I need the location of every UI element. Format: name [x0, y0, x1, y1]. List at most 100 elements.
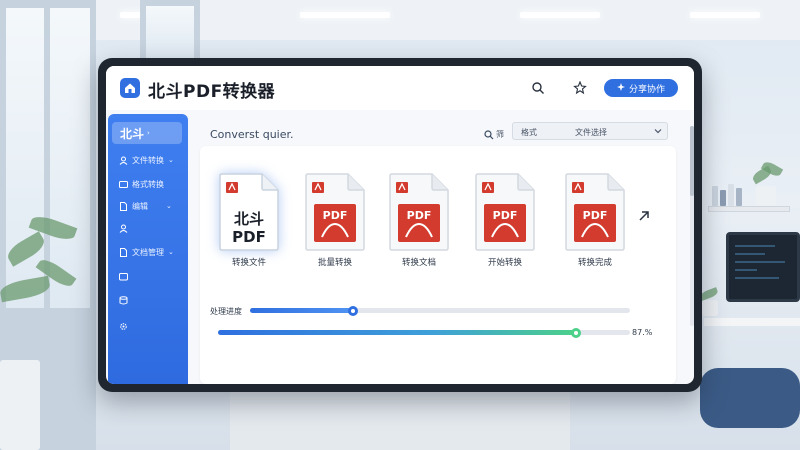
- sidebar-active-label: 北斗: [120, 126, 145, 141]
- book: [736, 188, 742, 206]
- format-dropdown[interactable]: 格式 文件选择: [512, 122, 668, 140]
- pin-icon[interactable]: [570, 78, 590, 98]
- office-chair: [700, 368, 800, 428]
- sidebar-item-database[interactable]: [118, 292, 184, 308]
- plant-leaf: [699, 287, 719, 301]
- svg-text:PDF: PDF: [323, 209, 348, 222]
- chevron-down-icon: ⌄: [168, 156, 174, 164]
- file-card-pdf[interactable]: PDF: [388, 172, 450, 252]
- pdf-file-icon: PDF: [305, 173, 365, 251]
- background-monitor: [726, 232, 800, 302]
- folder-icon: [118, 271, 128, 281]
- svg-text:PDF: PDF: [407, 209, 432, 222]
- expand-arrow-icon[interactable]: [636, 208, 652, 224]
- pdf-file-icon: PDF: [565, 173, 625, 251]
- app-screen: 北斗PDF转换器 分享协作 北斗 › 文件转换 ⌄ 格式转换 编辑 ⌄ 文档管理…: [106, 66, 694, 384]
- sidebar: 北斗 › 文件转换 ⌄ 格式转换 编辑 ⌄ 文档管理 ⌄: [108, 114, 188, 384]
- sidebar-item-label: 格式转换: [132, 179, 164, 189]
- file-label: 批量转换: [317, 258, 352, 268]
- scrollbar[interactable]: [690, 126, 694, 326]
- progress-track-upload: [250, 305, 630, 316]
- user-icon: [118, 223, 128, 233]
- svg-text:PDF: PDF: [583, 209, 608, 222]
- desk: [704, 318, 800, 326]
- pdf-file-icon: 北斗 PDF: [219, 173, 279, 251]
- chevron-down-icon: ⌄: [166, 202, 172, 210]
- gear-icon: [118, 321, 128, 331]
- plant-pot: [756, 186, 776, 206]
- chevron-right-icon: ›: [147, 129, 150, 137]
- progress-slider-handle[interactable]: [348, 305, 358, 316]
- file-label: 转换完成: [577, 258, 612, 268]
- book: [728, 184, 734, 206]
- share-button-label: 分享协作: [628, 84, 665, 95]
- svg-text:PDF: PDF: [232, 228, 266, 246]
- sidebar-item-label: 文档管理: [132, 247, 164, 257]
- code-line: [735, 261, 785, 263]
- tablet-device: 北斗PDF转换器 分享协作 北斗 › 文件转换 ⌄ 格式转换 编辑 ⌄ 文档管理…: [98, 58, 702, 392]
- file-card-brand[interactable]: 北斗 PDF: [218, 172, 280, 252]
- desk: [230, 392, 570, 450]
- window-pane: [146, 6, 194, 58]
- code-line: [735, 245, 775, 247]
- sidebar-item-format-convert[interactable]: 格式转换: [118, 176, 184, 192]
- sidebar-item-doc-manage[interactable]: 文档管理 ⌄: [118, 244, 184, 260]
- sidebar-item-active[interactable]: 北斗 ›: [112, 122, 182, 144]
- chevron-down-icon: ⌄: [168, 248, 174, 256]
- chevron-down-icon: [654, 129, 662, 134]
- file-card-pdf[interactable]: PDF: [474, 172, 536, 252]
- progress-fill-convert: [218, 330, 576, 335]
- card-icon: [118, 179, 128, 189]
- code-line: [735, 269, 757, 271]
- main-content: Converst quier. 筛 格式 文件选择 北斗 PDF PDF PDF…: [200, 114, 684, 384]
- convert-heading: Converst quier.: [210, 128, 294, 141]
- filter-icon[interactable]: [482, 128, 496, 142]
- share-button[interactable]: 分享协作: [604, 79, 678, 97]
- sidebar-item-file-convert[interactable]: 文件转换 ⌄: [118, 152, 184, 168]
- sparkle-icon: [616, 82, 625, 94]
- pdf-file-icon: PDF: [389, 173, 449, 251]
- ceiling-light: [300, 12, 390, 18]
- scrollbar-thumb[interactable]: [690, 126, 694, 196]
- filter-label: 筛: [496, 130, 504, 139]
- code-line: [735, 277, 779, 279]
- ceiling-light: [690, 12, 760, 18]
- user-icon: [118, 155, 128, 165]
- file-label: 开始转换: [487, 258, 522, 268]
- shelf: [708, 206, 790, 212]
- ceiling: [0, 0, 800, 40]
- doc-icon: [118, 201, 128, 211]
- sidebar-item-label: 文件转换: [132, 155, 164, 165]
- svg-text:PDF: PDF: [493, 209, 518, 222]
- code-line: [735, 253, 765, 255]
- progress-slider-handle[interactable]: [571, 327, 581, 338]
- svg-text:北斗: 北斗: [234, 210, 264, 228]
- dropdown-option-file: 文件选择: [575, 128, 607, 137]
- search-icon[interactable]: [528, 78, 548, 98]
- file-card-pdf[interactable]: PDF: [304, 172, 366, 252]
- home-logo-icon[interactable]: [120, 78, 140, 98]
- dropdown-option-format: 格式: [521, 128, 537, 137]
- app-header: 北斗PDF转换器 分享协作: [106, 66, 694, 110]
- progress-track-convert: [218, 327, 630, 338]
- progress-percent: 87.%: [632, 328, 653, 337]
- pdf-file-icon: PDF: [475, 173, 535, 251]
- database-icon: [118, 295, 128, 305]
- window-pane: [50, 8, 90, 308]
- sidebar-item-folder[interactable]: [118, 268, 184, 284]
- progress-label: 处理进度: [210, 307, 242, 316]
- book: [712, 186, 718, 206]
- plant-pot: [0, 360, 40, 450]
- sidebar-item-label: 编辑: [132, 201, 148, 211]
- file-label: 转换文件: [231, 258, 266, 268]
- app-title: 北斗PDF转换器: [148, 82, 276, 102]
- progress-fill-upload: [250, 308, 353, 313]
- sidebar-item-settings[interactable]: [118, 318, 184, 334]
- file-label: 转换文档: [401, 258, 436, 268]
- sidebar-item-edit[interactable]: 编辑 ⌄: [118, 198, 184, 214]
- sidebar-item-user[interactable]: [118, 220, 184, 236]
- ceiling-light: [520, 12, 600, 18]
- file-card-pdf[interactable]: PDF: [564, 172, 626, 252]
- doc-icon: [118, 247, 128, 257]
- plant-pot: [702, 300, 718, 316]
